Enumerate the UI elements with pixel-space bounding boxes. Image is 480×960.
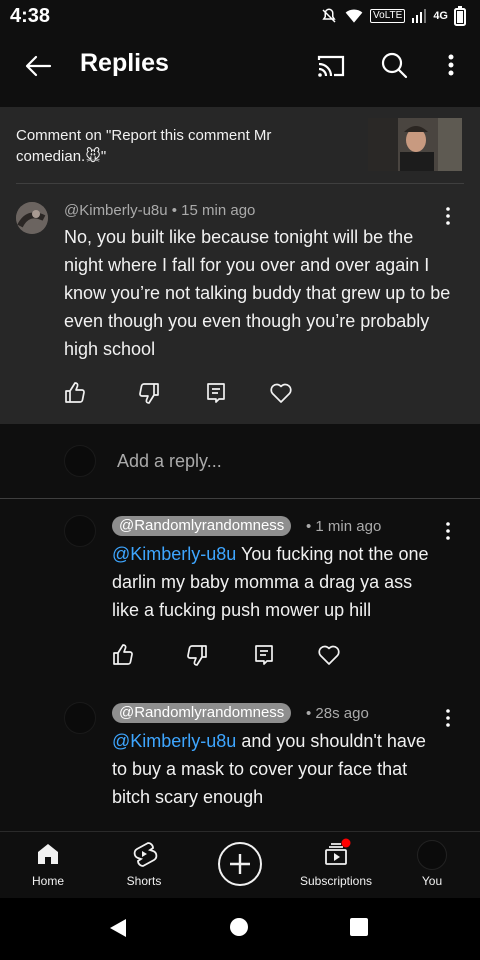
volte-badge: VoLTE	[370, 9, 406, 23]
reply-more-icon[interactable]	[440, 520, 456, 542]
nav-shorts[interactable]: Shorts	[96, 832, 192, 898]
comment-context[interactable]: Comment on "Report this comment Mr comed…	[0, 107, 480, 183]
comment-author[interactable]: @Kimberly-u8u • 15 min ago	[64, 202, 255, 219]
page-title: Replies	[80, 49, 169, 77]
more-vert-icon[interactable]	[437, 49, 465, 81]
system-recents-icon[interactable]	[350, 918, 368, 936]
avatar[interactable]	[64, 515, 96, 547]
reply-icon[interactable]	[204, 381, 228, 405]
context-divider	[16, 183, 464, 184]
status-bar: 4:38 VoLTE 4G	[0, 0, 480, 34]
status-time: 4:38	[10, 5, 51, 27]
nav-you[interactable]: You	[384, 832, 480, 898]
heart-icon[interactable]	[317, 643, 341, 667]
nav-you-label: You	[421, 874, 443, 888]
signal-icon	[412, 9, 427, 23]
thumbnail-image	[368, 118, 462, 171]
thread-panel: Comment on "Report this comment Mr comed…	[0, 107, 480, 424]
nav-subscriptions[interactable]: Subscriptions	[288, 832, 384, 898]
cast-icon[interactable]	[314, 50, 346, 82]
battery-icon	[454, 6, 466, 26]
app-bar: Replies	[0, 34, 480, 96]
like-icon[interactable]	[111, 643, 135, 667]
nav-home-label: Home	[31, 874, 64, 888]
system-nav-bar	[0, 898, 480, 960]
reply-text: @Kimberly-u8u You fucking not the one da…	[112, 540, 442, 624]
author-handle-chip[interactable]: @Randomlyrandomness	[112, 516, 292, 536]
wifi-icon	[345, 9, 363, 23]
reply-input[interactable]: Add a reply...	[117, 451, 222, 472]
reply-time: • 1 min ago	[306, 518, 382, 535]
context-text: Comment on "Report this comment Mr comed…	[16, 127, 272, 165]
reply-time: • 28s ago	[306, 705, 369, 722]
author-handle[interactable]: @Kimberly-u8u	[64, 202, 168, 219]
network-type: 4G	[433, 10, 448, 22]
back-arrow-icon[interactable]	[22, 50, 54, 82]
heart-icon[interactable]	[269, 381, 293, 405]
video-thumbnail[interactable]	[368, 118, 462, 171]
comment-time: • 15 min ago	[171, 202, 256, 219]
nav-subscriptions-label: Subscriptions	[299, 874, 373, 888]
dislike-icon[interactable]	[185, 643, 209, 667]
home-icon	[38, 844, 58, 864]
shorts-icon	[133, 842, 158, 867]
notification-dot-icon	[341, 838, 351, 848]
like-icon[interactable]	[63, 381, 87, 405]
system-home-icon[interactable]	[230, 918, 248, 936]
system-back-icon[interactable]	[108, 918, 128, 938]
reply-more-icon[interactable]	[440, 707, 456, 729]
plus-icon	[230, 854, 250, 874]
mute-icon	[322, 8, 336, 23]
avatar[interactable]	[64, 702, 96, 734]
nav-shorts-label: Shorts	[126, 874, 162, 888]
you-avatar	[417, 840, 447, 870]
author-handle-chip[interactable]: @Randomlyrandomness	[112, 703, 292, 723]
status-icons: VoLTE 4G	[320, 6, 466, 26]
user-avatar	[64, 445, 96, 477]
input-divider	[0, 498, 480, 499]
reply-text: @Kimberly-u8u and you shouldn't have to …	[112, 727, 442, 811]
nav-home[interactable]: Home	[0, 832, 96, 898]
comment-text: No, you built like because tonight will …	[64, 227, 451, 359]
mention-link[interactable]: @Kimberly-u8u	[112, 544, 236, 564]
bottom-nav: Home Shorts Subscriptions You	[0, 832, 480, 898]
dislike-icon[interactable]	[137, 381, 161, 405]
reply-input-row: Add a reply...	[0, 424, 480, 498]
search-icon[interactable]	[378, 49, 410, 81]
reply-icon[interactable]	[252, 643, 276, 667]
mention-link[interactable]: @Kimberly-u8u	[112, 731, 236, 751]
avatar[interactable]	[16, 202, 48, 234]
create-button[interactable]	[218, 842, 262, 886]
